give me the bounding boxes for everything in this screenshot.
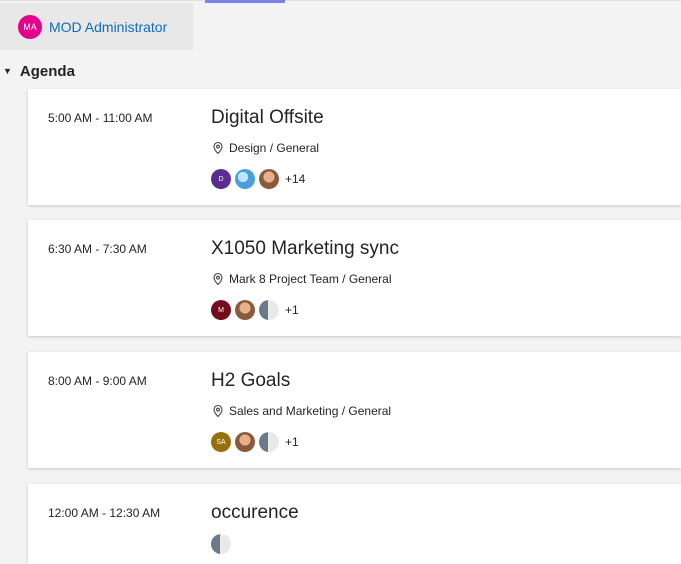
globe-avatar-icon[interactable] — [235, 169, 255, 189]
location-pin-icon — [213, 404, 223, 418]
person-photo-icon[interactable] — [259, 169, 279, 189]
event-location-text: Mark 8 Project Team / General — [229, 272, 392, 286]
more-attendees-count[interactable]: +1 — [285, 435, 299, 449]
person-photo-icon[interactable] — [211, 534, 231, 554]
event-location: Mark 8 Project Team / General — [211, 272, 392, 286]
agenda-header[interactable]: ▼ Agenda — [0, 60, 75, 82]
event-card[interactable]: 5:00 AM - 11:00 AM Digital Offsite Desig… — [28, 89, 681, 205]
more-attendees-count[interactable]: +14 — [285, 172, 305, 186]
user-avatar: MA — [18, 14, 42, 39]
event-card[interactable]: 8:00 AM - 9:00 AM H2 Goals Sales and Mar… — [28, 352, 681, 468]
event-title[interactable]: Digital Offsite — [211, 107, 324, 129]
person-photo-icon[interactable] — [259, 300, 279, 320]
event-title[interactable]: X1050 Marketing sync — [211, 238, 399, 260]
event-time: 5:00 AM - 11:00 AM — [48, 111, 153, 125]
top-divider — [0, 0, 681, 1]
event-location-text: Design / General — [229, 141, 320, 155]
active-tab-indicator — [205, 0, 285, 3]
attendee-avatar[interactable]: SA — [211, 432, 231, 452]
user-name[interactable]: MOD Administrator — [49, 19, 167, 35]
more-attendees-count[interactable]: +1 — [285, 303, 299, 317]
event-card[interactable]: 6:30 AM - 7:30 AM X1050 Marketing sync M… — [28, 220, 681, 336]
event-time: 6:30 AM - 7:30 AM — [48, 242, 147, 256]
agenda-title: Agenda — [19, 62, 75, 80]
location-pin-icon — [213, 272, 223, 286]
attendee-list: M +1 — [211, 300, 299, 320]
attendee-avatar[interactable]: D — [211, 169, 231, 189]
attendee-list: SA +1 — [211, 432, 299, 452]
collapse-caret-icon[interactable]: ▼ — [3, 66, 12, 76]
person-photo-icon[interactable] — [259, 432, 279, 452]
event-title[interactable]: H2 Goals — [211, 370, 290, 392]
location-pin-icon — [213, 141, 223, 155]
user-chip[interactable]: MA MOD Administrator — [0, 3, 193, 50]
event-location: Design / General — [211, 141, 319, 155]
event-title[interactable]: occurence — [211, 502, 299, 524]
event-location-text: Sales and Marketing / General — [229, 404, 392, 418]
attendee-list: D +14 — [211, 169, 305, 189]
event-location: Sales and Marketing / General — [211, 404, 391, 418]
event-time: 12:00 AM - 12:30 AM — [48, 506, 161, 520]
attendee-list — [211, 534, 235, 554]
attendee-avatar[interactable]: M — [211, 300, 231, 320]
person-photo-icon[interactable] — [235, 300, 255, 320]
event-time: 8:00 AM - 9:00 AM — [48, 374, 147, 388]
person-photo-icon[interactable] — [235, 432, 255, 452]
event-card[interactable]: 12:00 AM - 12:30 AM occurence — [28, 484, 681, 564]
